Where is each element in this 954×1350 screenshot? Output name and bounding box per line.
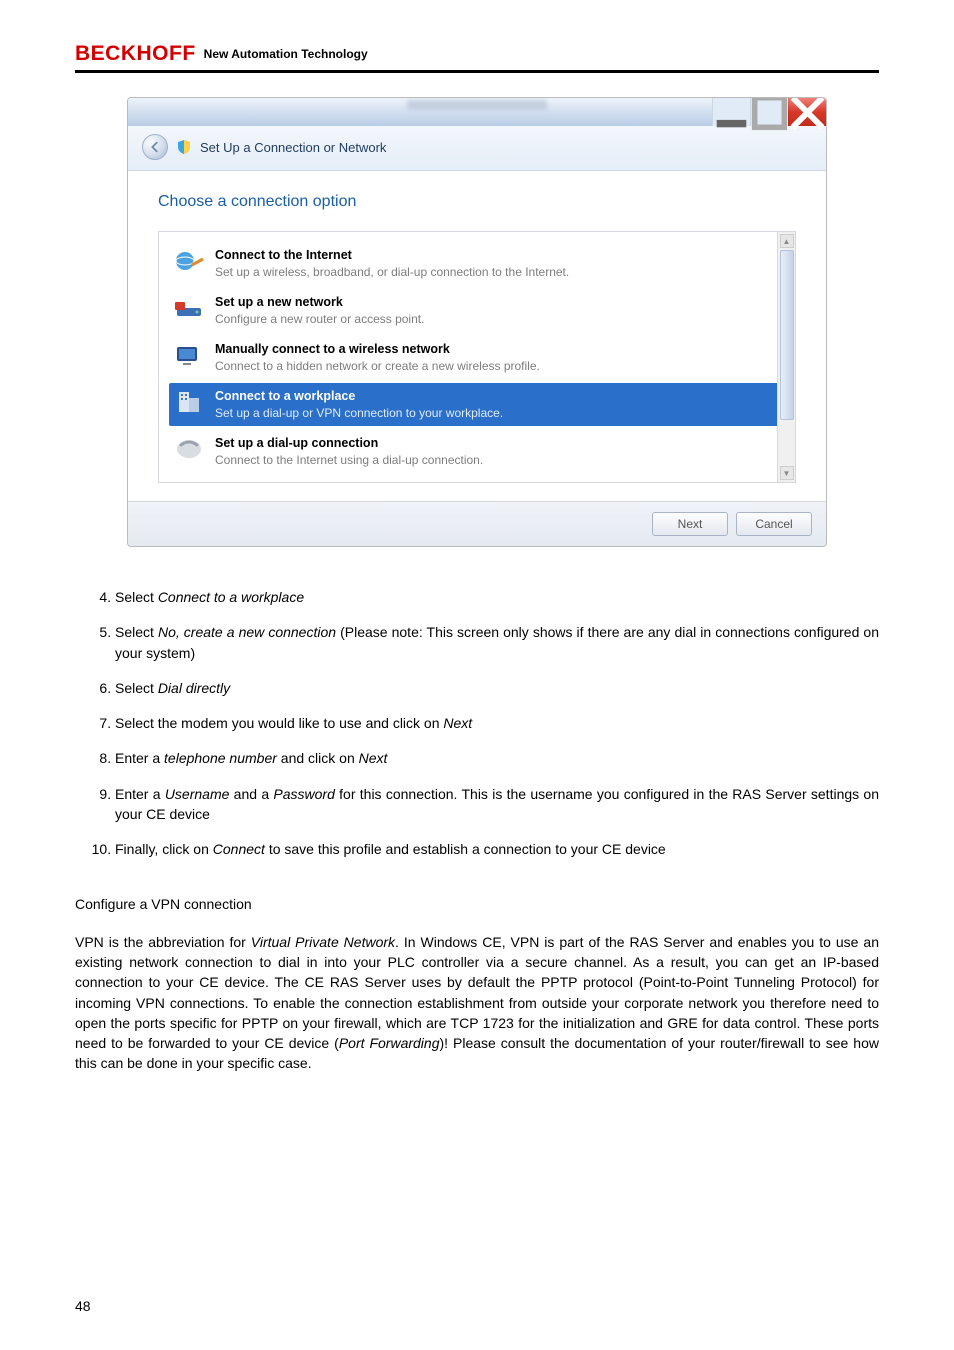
scroll-down-icon[interactable]: ▼ [780, 466, 794, 480]
step-text: Finally, click on [115, 841, 213, 857]
step-emph: No, create a new connection [158, 624, 336, 640]
dialog-body: Choose a connection option Connect to th… [128, 171, 826, 501]
option-desc: Set up a wireless, broadband, or dial-up… [215, 264, 569, 280]
step-8: Enter a telephone number and click on Ne… [115, 748, 879, 768]
step-emph: Next [443, 715, 472, 731]
option-connect-internet[interactable]: Connect to the Internet Set up a wireles… [169, 242, 795, 285]
titlebar-text-blur [407, 100, 547, 110]
nav-title: Set Up a Connection or Network [200, 140, 386, 155]
step-emph: Dial directly [158, 680, 230, 696]
step-text: and a [229, 786, 273, 802]
brand-tagline: New Automation Technology [202, 47, 368, 61]
para-emph: Virtual Private Network [251, 934, 395, 950]
next-button[interactable]: Next [652, 512, 728, 536]
section-title: Configure a VPN connection [75, 896, 879, 912]
globe-icon [173, 247, 205, 275]
step-text: Select the modem you would like to use a… [115, 715, 443, 731]
maximize-button[interactable] [750, 98, 788, 126]
step-text: Select [115, 624, 158, 640]
cancel-button[interactable]: Cancel [736, 512, 812, 536]
router-icon [173, 294, 205, 322]
step-6: Select Dial directly [115, 678, 879, 698]
shield-icon [176, 139, 192, 155]
building-icon [173, 388, 205, 416]
phone-icon [173, 435, 205, 463]
monitor-icon [173, 341, 205, 369]
para-text: VPN is the abbreviation for [75, 934, 251, 950]
header-rule [75, 70, 879, 73]
option-title: Manually connect to a wireless network [215, 341, 540, 358]
vpn-paragraph: VPN is the abbreviation for Virtual Priv… [75, 932, 879, 1074]
step-text: Enter a [115, 786, 165, 802]
close-button[interactable] [788, 98, 826, 126]
page-number: 48 [75, 1298, 91, 1314]
step-text: Select [115, 589, 158, 605]
option-desc: Connect to a hidden network or create a … [215, 358, 540, 374]
step-5: Select No, create a new connection (Plea… [115, 622, 879, 663]
step-text: Select [115, 680, 158, 696]
minimize-button[interactable] [712, 98, 750, 126]
window-buttons [712, 98, 826, 126]
step-text: to save this profile and establish a con… [265, 841, 666, 857]
option-title: Connect to a workplace [215, 388, 503, 405]
step-4: Select Connect to a workplace [115, 587, 879, 607]
para-emph: Port Forwarding [339, 1035, 440, 1051]
step-10: Finally, click on Connect to save this p… [115, 839, 879, 859]
step-9: Enter a Username and a Password for this… [115, 784, 879, 825]
back-button[interactable] [142, 134, 168, 160]
page-header: BECKHOFF New Automation Technology [75, 0, 879, 66]
step-7: Select the modem you would like to use a… [115, 713, 879, 733]
option-connect-workplace[interactable]: Connect to a workplace Set up a dial-up … [169, 383, 789, 426]
titlebar [128, 98, 826, 126]
option-manual-wireless[interactable]: Manually connect to a wireless network C… [169, 336, 795, 379]
steps-list: Select Connect to a workplace Select No,… [115, 587, 879, 860]
step-emph: Connect [213, 841, 265, 857]
nav-row: Set Up a Connection or Network [128, 126, 826, 171]
step-emph: Password [273, 786, 334, 802]
scroll-thumb[interactable] [780, 250, 794, 420]
options-pane: Connect to the Internet Set up a wireles… [158, 231, 796, 483]
option-desc: Set up a dial-up or VPN connection to yo… [215, 405, 503, 421]
option-title: Connect to the Internet [215, 247, 569, 264]
option-title: Set up a new network [215, 294, 424, 311]
brand-logo-text: BECKHOFF [75, 42, 196, 66]
step-emph: telephone number [164, 750, 277, 766]
step-text: Enter a [115, 750, 164, 766]
option-desc: Configure a new router or access point. [215, 311, 424, 327]
step-emph: Connect to a workplace [158, 589, 304, 605]
step-emph: Username [165, 786, 230, 802]
step-emph: Next [359, 750, 388, 766]
step-text: and click on [277, 750, 359, 766]
connection-wizard-dialog: Set Up a Connection or Network Choose a … [127, 97, 827, 547]
dialog-footer: Next Cancel [128, 501, 826, 546]
option-title: Set up a dial-up connection [215, 435, 483, 452]
dialog-heading: Choose a connection option [158, 193, 796, 211]
scrollbar-vertical[interactable]: ▲ ▼ [777, 232, 795, 482]
para-text: . In Windows CE, VPN is part of the RAS … [75, 934, 879, 1051]
scroll-up-icon[interactable]: ▲ [780, 234, 794, 248]
option-setup-new-network[interactable]: Set up a new network Configure a new rou… [169, 289, 795, 332]
option-desc: Connect to the Internet using a dial-up … [215, 452, 483, 468]
option-dialup[interactable]: Set up a dial-up connection Connect to t… [169, 430, 795, 473]
